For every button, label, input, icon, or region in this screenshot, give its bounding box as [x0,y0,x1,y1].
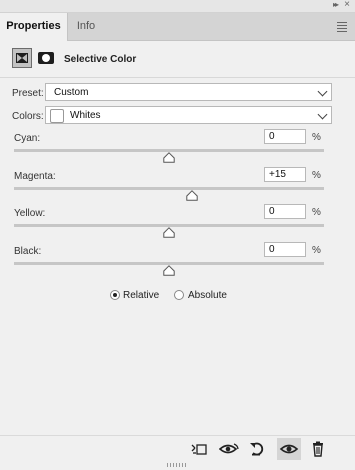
selective-color-adjustment-icon[interactable] [12,48,32,68]
properties-header: Selective Color [0,41,355,78]
tab-info[interactable]: Info [68,13,104,40]
chevron-down-icon [317,109,328,120]
chevron-down-icon [317,86,328,97]
reset-icon[interactable] [249,441,267,457]
hamburger-menu-icon[interactable] [337,22,347,34]
yellow-label: Yellow: [14,208,46,219]
cyan-value-input[interactable]: 0 [264,129,306,144]
double-chevron-right-icon[interactable]: ▸▸ [333,0,339,9]
magenta-slider-track[interactable] [14,187,324,190]
magenta-value-input[interactable]: +15 [264,167,306,182]
preset-label: Preset: [12,88,44,99]
adjustment-title: Selective Color [64,54,137,65]
colors-label: Colors: [12,111,44,122]
black-slider-thumb[interactable] [163,265,175,276]
cyan-percent-unit: % [312,132,321,143]
absolute-label[interactable]: Absolute [188,290,227,301]
magenta-slider-thumb[interactable] [186,190,198,201]
relative-radio[interactable] [110,290,120,300]
trash-icon[interactable] [310,441,328,457]
black-percent-unit: % [312,245,321,256]
tab-properties[interactable]: Properties [0,13,68,41]
cyan-label: Cyan: [14,133,41,144]
clip-to-layer-icon[interactable] [190,441,208,457]
yellow-value-input[interactable]: 0 [264,204,306,219]
relative-label[interactable]: Relative [123,290,159,301]
close-icon[interactable]: × [344,0,350,10]
yellow-slider-thumb[interactable] [163,227,175,238]
view-previous-state-icon[interactable] [218,441,239,457]
bottom-toolbar [0,435,355,462]
colors-dropdown[interactable]: Whites [45,106,332,124]
tab-bar: Properties Info [0,13,355,41]
black-value-input[interactable]: 0 [264,242,306,257]
preset-dropdown[interactable]: Custom [45,83,332,101]
magenta-label: Magenta: [14,171,56,182]
color-swatch [50,109,64,123]
resize-grip[interactable] [167,463,187,467]
colors-value: Whites [70,110,101,121]
panel-titlebar: ▸▸ × [0,0,355,13]
magenta-percent-unit: % [312,170,321,181]
preset-value: Custom [54,87,89,98]
yellow-percent-unit: % [312,207,321,218]
toggle-visibility-icon[interactable] [277,438,301,460]
cyan-slider-thumb[interactable] [163,152,175,163]
absolute-radio[interactable] [174,290,184,300]
layer-mask-icon[interactable] [38,52,54,64]
black-label: Black: [14,246,42,257]
